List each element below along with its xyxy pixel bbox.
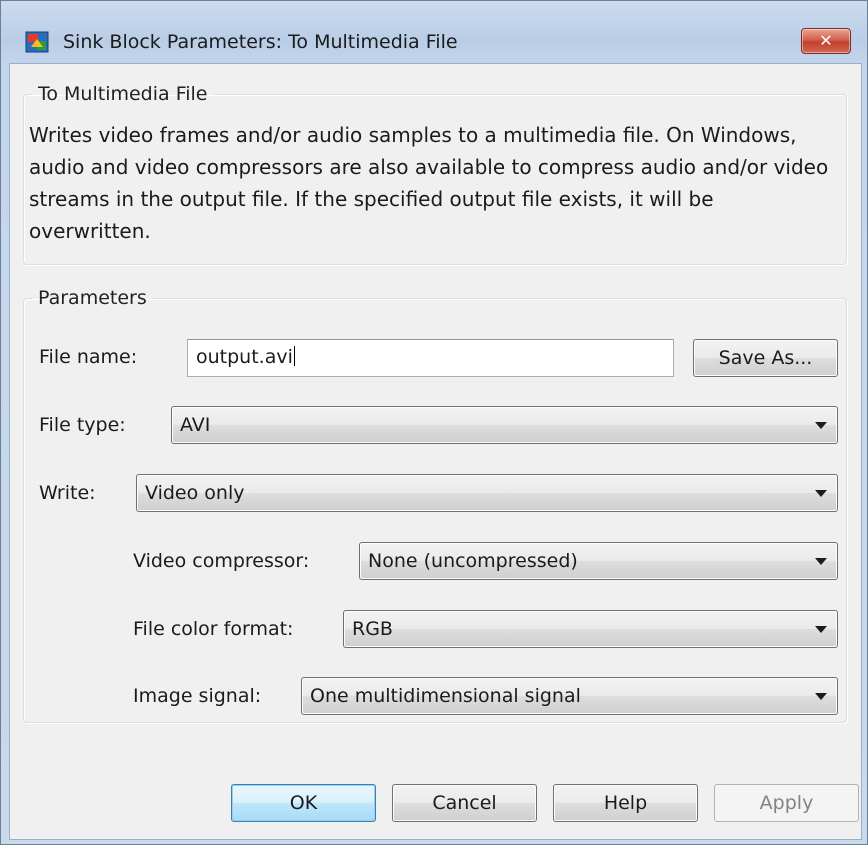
close-button[interactable]: ✕ [801,28,851,54]
help-button[interactable]: Help [553,784,698,822]
file-color-format-value: RGB [352,618,393,640]
write-label: Write: [39,482,96,504]
file-color-format-dropdown[interactable]: RGB [343,610,838,648]
video-compressor-dropdown[interactable]: None (uncompressed) [359,542,838,580]
chevron-down-icon [815,490,827,497]
chevron-down-icon [815,626,827,633]
video-compressor-label: Video compressor: [133,550,310,572]
file-type-label: File type: [39,414,126,436]
file-color-format-label: File color format: [133,618,294,640]
file-type-value: AVI [180,414,211,436]
ok-button[interactable]: OK [231,784,376,822]
dialog-window: Sink Block Parameters: To Multimedia Fil… [0,0,868,845]
title-bar[interactable]: Sink Block Parameters: To Multimedia Fil… [1,1,867,61]
file-name-input[interactable]: output.avi [187,339,674,377]
chevron-down-icon [815,422,827,429]
parameters-legend: Parameters [38,287,147,309]
image-signal-dropdown[interactable]: One multidimensional signal [301,677,838,715]
text-caret [293,346,295,366]
save-as-button[interactable]: Save As... [693,339,838,377]
file-name-value: output.avi [196,346,293,368]
chevron-down-icon [815,693,827,700]
write-dropdown[interactable]: Video only [136,474,838,512]
image-signal-label: Image signal: [133,685,262,707]
cancel-button[interactable]: Cancel [392,784,537,822]
write-value: Video only [145,482,245,504]
block-description-text: Writes video frames and/or audio samples… [29,123,829,243]
chevron-down-icon [815,558,827,565]
block-description-legend: To Multimedia File [38,83,208,105]
image-signal-value: One multidimensional signal [310,685,581,707]
file-type-dropdown[interactable]: AVI [171,406,838,444]
window-title: Sink Block Parameters: To Multimedia Fil… [63,31,458,53]
simulink-block-icon [25,31,49,53]
apply-button[interactable]: Apply [714,784,859,822]
file-name-label: File name: [39,346,138,368]
video-compressor-value: None (uncompressed) [368,550,578,572]
close-icon: ✕ [819,31,833,50]
